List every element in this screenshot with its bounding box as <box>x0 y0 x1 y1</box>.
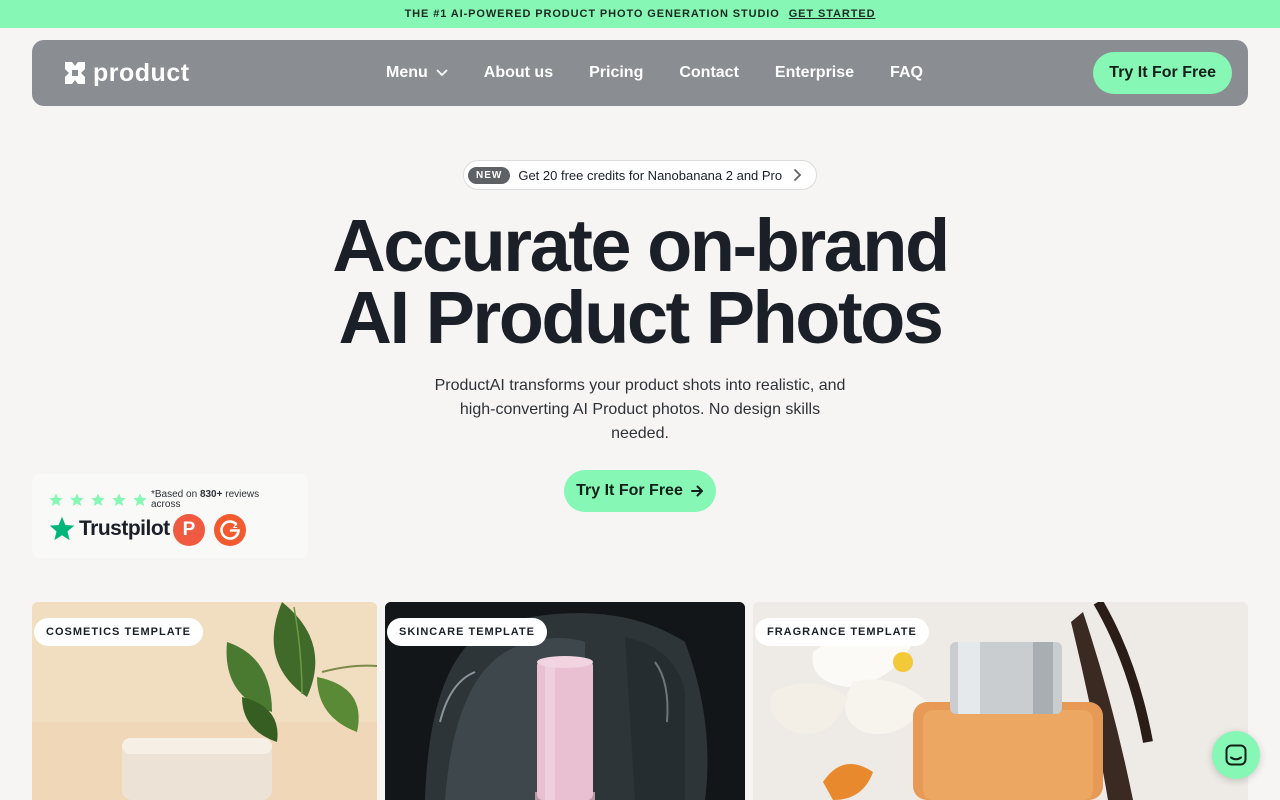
logo-icon <box>65 62 85 84</box>
nav-item-label: Menu <box>386 64 428 81</box>
logo[interactable]: product <box>63 60 190 86</box>
star-icon <box>70 493 84 506</box>
nav-try-free-button[interactable]: Try It For Free <box>1093 52 1232 94</box>
get-started-link[interactable]: GET STARTED <box>789 8 876 20</box>
g2-badge[interactable]: 2 <box>214 514 246 546</box>
trustpilot-text: Trustpilot <box>79 517 170 540</box>
star-icon <box>133 493 147 506</box>
hero-title-line-2: AI Product Photos <box>338 276 944 359</box>
trustpilot-star-icon <box>49 516 75 541</box>
nav-item-faq[interactable]: FAQ <box>890 64 923 82</box>
promo-pill[interactable]: NEW Get 20 free credits for Nanobanana 2… <box>463 160 817 190</box>
arrow-right-icon <box>690 485 703 497</box>
chevron-right-icon <box>794 169 802 181</box>
g2-icon: 2 <box>220 520 240 540</box>
star-icon <box>91 493 105 506</box>
nav-item-menu[interactable]: Menu <box>386 64 448 82</box>
nav-item-contact[interactable]: Contact <box>679 64 739 82</box>
star-icon <box>49 493 63 506</box>
producthunt-badge[interactable]: P <box>173 514 205 546</box>
skincare-template-label: SKINCARE TEMPLATE <box>387 618 547 646</box>
trustpilot-logo[interactable]: Trustpilot <box>48 515 170 543</box>
chat-launcher-button[interactable] <box>1212 731 1260 779</box>
rating-stars <box>48 492 148 508</box>
fragrance-template-label: FRAGRANCE TEMPLATE <box>755 618 929 646</box>
hero-try-free-button[interactable]: Try It For Free <box>564 470 716 512</box>
main-nav: product Menu About us Pricing Contact En… <box>32 40 1248 106</box>
logo-text: product <box>93 58 190 87</box>
fragrance-template-card[interactable]: FRAGRANCE TEMPLATE <box>753 602 1248 800</box>
cosmetics-template-label: COSMETICS TEMPLATE <box>34 618 203 646</box>
new-badge: NEW <box>468 166 511 184</box>
chevron-down-icon <box>436 69 448 77</box>
announcement-bar: THE #1 AI-POWERED PRODUCT PHOTO GENERATI… <box>0 0 1280 28</box>
cosmetics-template-card[interactable]: COSMETICS TEMPLATE <box>32 602 377 800</box>
reviews-count: 830+ <box>199 489 223 500</box>
nav-item-enterprise[interactable]: Enterprise <box>775 64 854 82</box>
reviews-note: *Based on 830+ reviews across <box>151 490 281 510</box>
hero-title: Accurate on-brand AI Product Photos <box>0 209 1280 355</box>
chat-icon <box>1225 744 1247 766</box>
star-icon <box>112 493 126 506</box>
svg-text:2: 2 <box>233 521 238 530</box>
reviews-widget: *Based on 830+ reviews across Trustpilot… <box>32 474 308 558</box>
announcement-text: THE #1 AI-POWERED PRODUCT PHOTO GENERATI… <box>404 8 780 20</box>
nav-item-about-us[interactable]: About us <box>484 64 553 82</box>
hero-title-line-1: Accurate on-brand <box>332 204 950 287</box>
hero-subtitle: ProductAI transforms your product shots … <box>434 377 846 442</box>
nav-menu: Menu About us Pricing Contact Enterprise… <box>386 40 923 106</box>
nav-item-pricing[interactable]: Pricing <box>589 64 643 82</box>
promo-text: Get 20 free credits for Nanobanana 2 and… <box>518 167 783 183</box>
skincare-template-card[interactable]: SKINCARE TEMPLATE <box>385 602 745 800</box>
hero-cta-label: Try It For Free <box>576 482 683 499</box>
